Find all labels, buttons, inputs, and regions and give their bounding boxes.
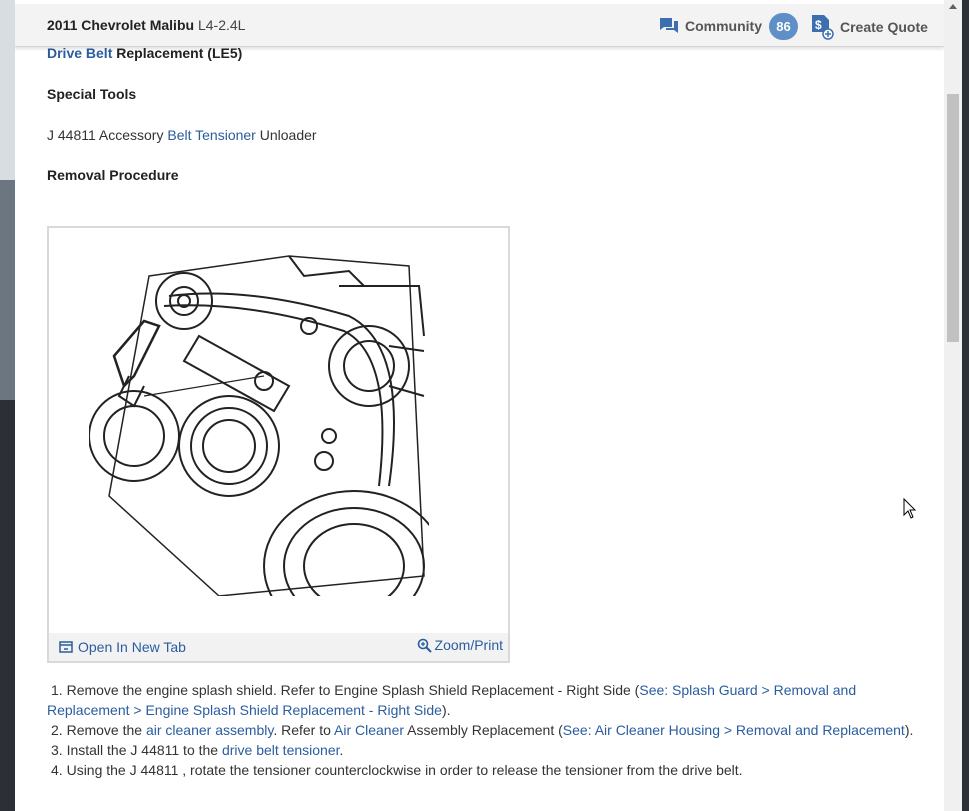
scrollbar-thumb[interactable] bbox=[947, 94, 959, 342]
engine-belt-tensioner-illustration bbox=[89, 255, 429, 596]
open-new-tab-icon bbox=[59, 641, 73, 653]
step-3: 3. Install the J 44811 to the drive belt… bbox=[51, 742, 344, 758]
special-tools-heading: Special Tools bbox=[47, 86, 137, 102]
step-2: 2. Remove the air cleaner assembly. Refe… bbox=[51, 722, 914, 738]
background-window-edge bbox=[962, 0, 969, 811]
zoom-in-icon bbox=[417, 638, 432, 653]
belt-tensioner-link[interactable]: Belt Tensioner bbox=[167, 127, 255, 143]
procedure-title-text: Replacement (LE5) bbox=[112, 45, 243, 61]
community-label: Community bbox=[685, 18, 762, 34]
air-cleaner-link[interactable]: Air Cleaner bbox=[334, 722, 404, 738]
chat-bubbles-icon bbox=[660, 18, 678, 33]
create-quote-label: Create Quote bbox=[840, 19, 928, 35]
zoom-print-button[interactable]: Zoom/Print bbox=[417, 637, 503, 653]
background-window-strip bbox=[0, 0, 15, 811]
step-1: 1. Remove the engine splash shield. Refe… bbox=[47, 682, 857, 718]
open-in-new-tab-label: Open In New Tab bbox=[78, 639, 186, 655]
open-in-new-tab-button[interactable]: Open In New Tab bbox=[59, 639, 186, 655]
figure-toolbar: Open In New Tab Zoom/Print bbox=[49, 633, 508, 661]
engine-spec: L4-2.4L bbox=[197, 17, 246, 33]
air-cleaner-housing-link[interactable]: See: Air Cleaner Housing > Removal and R… bbox=[563, 722, 905, 738]
tool-suffix: Unloader bbox=[255, 127, 317, 143]
special-tool-item: J 44811 Accessory Belt Tensioner Unloade… bbox=[47, 127, 317, 143]
scroll-up-arrow-icon[interactable] bbox=[948, 0, 958, 14]
tool-prefix: J 44811 Accessory bbox=[47, 127, 168, 143]
removal-procedure-heading: Removal Procedure bbox=[47, 167, 179, 183]
procedure-figure: Open In New Tab Zoom/Print bbox=[47, 226, 510, 663]
vertical-scrollbar[interactable] bbox=[944, 0, 962, 811]
procedure-title: Drive Belt Replacement (LE5) bbox=[47, 45, 242, 61]
vehicle-header: 2011 Chevrolet Malibu L4-2.4L Community … bbox=[15, 4, 944, 47]
vehicle-title: 2011 Chevrolet Malibu L4-2.4L bbox=[47, 17, 245, 33]
create-quote-button[interactable]: $ Create Quote bbox=[810, 13, 928, 41]
procedure-steps: 1. Remove the engine splash shield. Refe… bbox=[47, 680, 927, 780]
zoom-print-label: Zoom/Print bbox=[434, 637, 503, 653]
step-4: 4. Using the J 44811 , rotate the tensio… bbox=[51, 762, 743, 778]
article-panel: 2011 Chevrolet Malibu L4-2.4L Community … bbox=[15, 0, 944, 811]
community-button[interactable]: Community 86 bbox=[659, 12, 798, 40]
community-count-badge: 86 bbox=[769, 12, 798, 40]
vehicle-name: 2011 Chevrolet Malibu bbox=[47, 17, 195, 33]
drive-belt-link[interactable]: Drive Belt bbox=[47, 45, 112, 61]
air-cleaner-assembly-link[interactable]: air cleaner assembly bbox=[146, 722, 273, 738]
mouse-cursor-icon bbox=[903, 498, 917, 519]
quote-document-dollar-icon: $ bbox=[812, 15, 834, 40]
svg-text:$: $ bbox=[815, 18, 822, 32]
drive-belt-tensioner-link[interactable]: drive belt tensioner bbox=[222, 742, 340, 758]
